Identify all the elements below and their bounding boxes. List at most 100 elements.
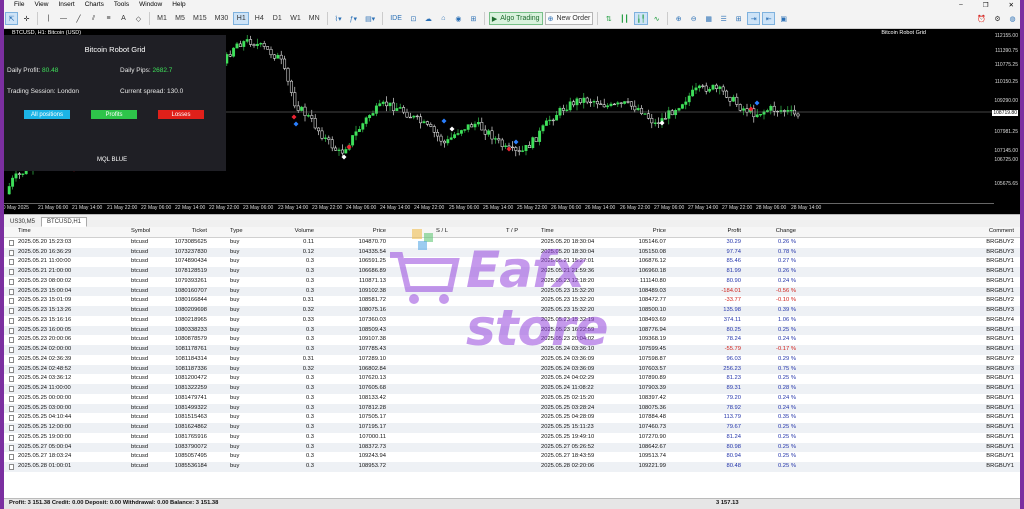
table-row[interactable]: 2025.05.24 02:36:39 btcusd 1081184314 buy 0.…: [4, 355, 1020, 365]
cell-symbol: btcusd: [131, 463, 149, 469]
menu-charts[interactable]: Charts: [85, 1, 104, 8]
table-row[interactable]: 2025.05.25 03:00:00 btcusd 1081499322 buy 0.…: [4, 403, 1020, 414]
horizontal-line-icon[interactable]: —: [57, 12, 70, 25]
minimize-icon[interactable]: –: [959, 1, 963, 9]
bar-chart-icon[interactable]: ┃┃: [617, 12, 631, 25]
shapes-icon[interactable]: ◇: [132, 12, 145, 25]
close-icon[interactable]: ✕: [1009, 1, 1014, 9]
menu-insert[interactable]: Insert: [58, 1, 74, 8]
table-row[interactable]: 2025.05.25 12:00:00 btcusd 1081624862 buy 0.…: [4, 423, 1020, 433]
new-order-button[interactable]: ⊕ New Order: [544, 12, 594, 25]
deal-icon: [9, 405, 14, 412]
table-row[interactable]: 2025.05.24 02:00:00 btcusd 1081178761 buy 0.…: [4, 345, 1020, 355]
zoom-in-icon[interactable]: ⊕: [672, 12, 685, 25]
table-row[interactable]: 2025.05.23 08:00:02 btcusd 1079393261 buy 0.…: [4, 277, 1020, 287]
menu-tools[interactable]: Tools: [114, 1, 129, 8]
table-row[interactable]: 2025.05.25 00:00:00 btcusd 1081479741 buy 0.…: [4, 394, 1020, 404]
table-row[interactable]: 2025.05.27 05:00:04 btcusd 1083790072 buy 0.…: [4, 442, 1020, 453]
alarm-icon[interactable]: ⏰: [974, 12, 989, 25]
table-row[interactable]: 2025.05.27 18:03:24 btcusd 1085057495 buy 0.…: [4, 452, 1020, 462]
chart-type-icon[interactable]: ⌇▾: [332, 12, 345, 25]
home-icon[interactable]: ⌂: [437, 12, 450, 25]
cloud-icon[interactable]: ☁: [422, 12, 435, 25]
indicators-icon[interactable]: ƒ▾: [347, 12, 360, 25]
profits-button[interactable]: Profits: [91, 110, 137, 119]
channel-icon[interactable]: ⫽: [87, 12, 100, 25]
col-volume[interactable]: Volume: [284, 227, 314, 237]
col-price[interactable]: Price: [354, 227, 386, 237]
menu-view[interactable]: View: [34, 1, 48, 8]
candlestick-icon[interactable]: ╽╿: [633, 12, 649, 25]
menu-file[interactable]: File: [14, 1, 24, 8]
timeframe-h1[interactable]: H1: [233, 12, 250, 25]
fibonacci-icon[interactable]: ≡: [102, 12, 115, 25]
menu-window[interactable]: Window: [139, 1, 162, 8]
zoom-out-icon[interactable]: ⊖: [687, 12, 700, 25]
signals-icon[interactable]: ◉: [452, 12, 465, 25]
table-row[interactable]: 2025.05.23 15:16:16 btcusd 1080218965 buy 0.…: [4, 316, 1020, 326]
timeframe-m1[interactable]: M1: [154, 12, 170, 25]
trendline-icon[interactable]: ╱: [72, 12, 85, 25]
tile-windows-icon[interactable]: ▦: [702, 12, 715, 25]
col-change[interactable]: Change: [766, 227, 796, 237]
table-row[interactable]: 2025.05.25 19:00:00 btcusd 1081765916 buy 0.…: [4, 433, 1020, 443]
col-close-time[interactable]: Time: [541, 227, 554, 237]
scripts-icon[interactable]: ⊡: [407, 12, 420, 25]
table-row[interactable]: 2025.05.23 20:00:06 btcusd 1080878579 buy 0.…: [4, 335, 1020, 345]
table-row[interactable]: 2025.05.20 16:36:29 btcusd 1073237830 buy 0.…: [4, 247, 1020, 258]
all-positions-button[interactable]: All positions: [24, 110, 70, 119]
autoscroll-icon[interactable]: ⇥: [747, 12, 761, 25]
indicator-list-icon[interactable]: ☰: [717, 12, 730, 25]
ide-button[interactable]: IDE: [387, 12, 405, 25]
timeframe-m5[interactable]: M5: [172, 12, 188, 25]
table-row[interactable]: 2025.05.25 04:10:44 btcusd 1081515463 buy 0.…: [4, 413, 1020, 423]
col-profit[interactable]: Profit: [709, 227, 741, 237]
cell-close-time: 2025.05.24 04:02:29: [541, 375, 595, 382]
market-icon[interactable]: ⊞: [467, 12, 480, 25]
col-tp[interactable]: T / P: [506, 227, 518, 237]
line-chart-icon[interactable]: ∿: [650, 12, 663, 25]
table-row[interactable]: 2025.05.21 21:00:00 btcusd 1078128519 buy 0.…: [4, 267, 1020, 277]
algo-trading-button[interactable]: ▶ Algo Trading: [488, 12, 543, 25]
account-icon[interactable]: ◍: [1006, 12, 1019, 25]
crosshair-icon[interactable]: ✛: [20, 12, 33, 25]
price-chart[interactable]: BTCUSD, H1: Bitcoin (USD) Bitcoin Robot …: [4, 29, 1020, 214]
timeframe-w1[interactable]: W1: [287, 12, 304, 25]
menu-help[interactable]: Help: [172, 1, 185, 8]
table-row[interactable]: 2025.05.24 11:00:00 btcusd 1081322259 buy 0.…: [4, 384, 1020, 394]
chart-grid-icon[interactable]: ⊞: [732, 12, 745, 25]
tab-us30[interactable]: US30,M5: [4, 217, 41, 227]
col-comment[interactable]: Comment: [989, 227, 1014, 237]
col-sl[interactable]: S / L: [436, 227, 448, 237]
timeframe-h4[interactable]: H4: [251, 12, 267, 25]
timeframe-m15[interactable]: M15: [190, 12, 210, 25]
settings-icon[interactable]: ⚙: [991, 12, 1004, 25]
timeframe-mn[interactable]: MN: [306, 12, 323, 25]
cursor-icon[interactable]: ⇱: [5, 12, 18, 25]
col-type[interactable]: Type: [230, 227, 243, 237]
templates-icon[interactable]: ▤▾: [362, 12, 378, 25]
table-row[interactable]: 2025.05.28 01:00:01 btcusd 1085536184 buy 0.…: [4, 462, 1020, 472]
candle-body: [504, 145, 508, 147]
table-row[interactable]: 2025.05.24 02:48:52 btcusd 1081187336 buy 0.…: [4, 364, 1020, 375]
vertical-line-icon[interactable]: |: [42, 12, 55, 25]
chart-shift-icon[interactable]: ⇤: [762, 12, 776, 25]
table-row[interactable]: 2025.05.23 15:13:26 btcusd 1080209698 buy 0.…: [4, 306, 1020, 316]
col-time[interactable]: Time: [18, 227, 31, 237]
timeframe-m30[interactable]: M30: [212, 12, 232, 25]
screenshot-icon[interactable]: ▣: [777, 12, 790, 25]
table-row[interactable]: 2025.05.20 15:23:03 btcusd 1073085625 buy 0.…: [4, 238, 1020, 248]
table-row[interactable]: 2025.05.23 15:00:04 btcusd 1080160707 buy 0.…: [4, 286, 1020, 297]
table-row[interactable]: 2025.05.21 11:00:00 btcusd 1074890434 buy 0.…: [4, 257, 1020, 267]
tab-btcusd[interactable]: BTCUSD,H1: [41, 217, 88, 227]
table-row[interactable]: 2025.05.23 15:01:09 btcusd 1080166844 buy 0.…: [4, 296, 1020, 306]
col-close-price[interactable]: Price: [634, 227, 666, 237]
table-row[interactable]: 2025.05.24 03:36:12 btcusd 1081200472 buy 0.…: [4, 374, 1020, 384]
text-tool-icon[interactable]: A: [117, 12, 130, 25]
table-row[interactable]: 2025.05.23 16:00:05 btcusd 1080338233 buy 0.…: [4, 325, 1020, 336]
timeframe-d1[interactable]: D1: [269, 12, 285, 25]
restore-icon[interactable]: ❐: [983, 1, 989, 9]
col-ticket[interactable]: Ticket: [147, 227, 207, 237]
losses-button[interactable]: Losses: [158, 110, 204, 119]
depth-of-market-icon[interactable]: ⇅: [602, 12, 615, 25]
